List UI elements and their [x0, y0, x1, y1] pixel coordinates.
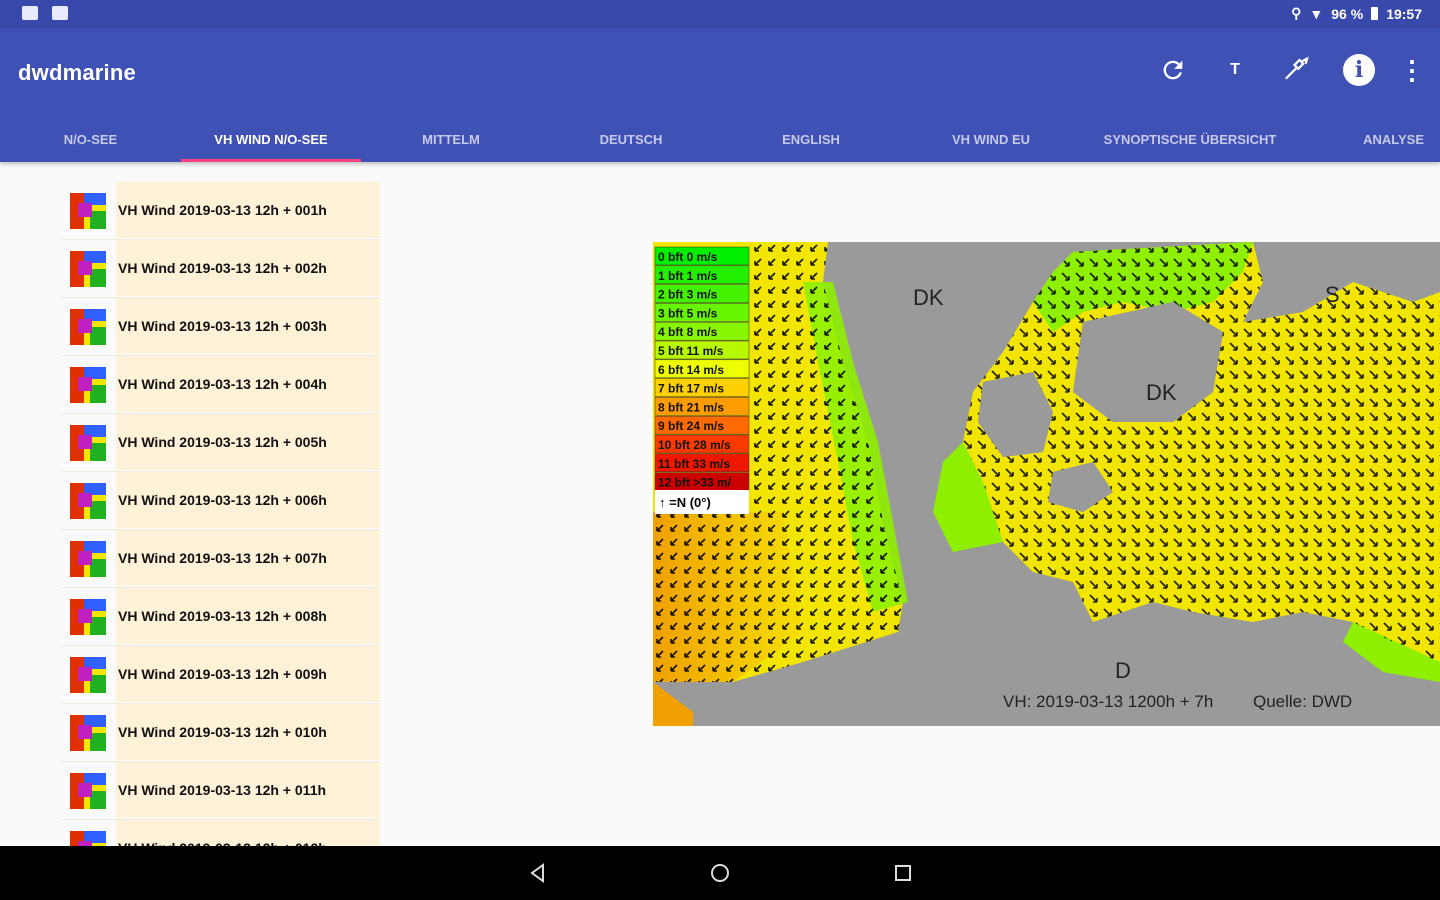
tab-mittelm[interactable]: MITTELM: [361, 116, 541, 162]
legend-label: 1 bft 1 m/s: [658, 269, 718, 283]
forecast-list-item-label: VH Wind 2019-03-13 12h + 008h: [116, 588, 380, 644]
recents-button[interactable]: [893, 863, 913, 883]
forecast-list-item[interactable]: VH Wind 2019-03-13 12h + 007h: [60, 530, 380, 588]
map-thumbnail-icon: [70, 309, 106, 345]
tab-analyse[interactable]: ANALYSE: [1340, 116, 1440, 162]
home-button[interactable]: [709, 862, 731, 884]
map-thumbnail-icon: [70, 773, 106, 809]
wind-forecast-map[interactable]: 0 bft 0 m/s 1 bft 1 m/s 2 bft 3 m/s 3 bft 5…: [653, 242, 1440, 726]
active-tab-indicator: [181, 159, 361, 162]
north-note: ↑ =N (0°): [659, 495, 711, 510]
app-bar: dwdmarine T i ⋮ N/O-SEE VH WIND N/O-SEE …: [0, 28, 1440, 162]
forecast-list-item[interactable]: VH Wind 2019-03-13 12h + 004h: [60, 356, 380, 414]
forecast-list-item-label: VH Wind 2019-03-13 12h + 005h: [116, 414, 380, 470]
wifi-icon: ▼: [1309, 5, 1324, 22]
map-thumbnail-icon: [70, 193, 106, 229]
info-button[interactable]: i: [1342, 50, 1376, 90]
map-thumbnail-icon: [70, 251, 106, 287]
tab-deutsch[interactable]: DEUTSCH: [541, 116, 721, 162]
toolbar-actions: T i ⋮: [1156, 50, 1425, 90]
forecast-list-item-label: VH Wind 2019-03-13 12h + 006h: [116, 472, 380, 528]
map-footer: VH: 2019-03-13 1200h + 7h: [1003, 692, 1213, 711]
map-thumbnail-icon: [70, 657, 106, 693]
map-thumbnail-icon: [70, 483, 106, 519]
back-button[interactable]: [528, 863, 548, 883]
map-source: Quelle: DWD: [1253, 692, 1352, 711]
text-size-icon: T: [1230, 61, 1240, 78]
map-label-s: S: [1325, 282, 1340, 307]
map-thumbnail-icon: [70, 715, 106, 751]
battery-text: 96 %: [1331, 5, 1364, 22]
status-bar: ⚲ ▼ 96 % 19:57: [0, 0, 1440, 28]
legend-label: 3 bft 5 m/s: [658, 306, 718, 320]
forecast-list-item[interactable]: VH Wind 2019-03-13 12h + 006h: [60, 472, 380, 530]
app-title: dwdmarine: [18, 60, 136, 85]
map-label-d: D: [1115, 658, 1131, 683]
map-thumbnail-icon: [70, 599, 106, 635]
wrench-icon: [1284, 56, 1309, 80]
forecast-list-item[interactable]: VH Wind 2019-03-13 12h + 005h: [60, 414, 380, 472]
text-size-button[interactable]: T: [1218, 50, 1252, 90]
notification-icon: [22, 6, 38, 20]
overflow-menu-icon: ⋮: [1399, 54, 1425, 85]
tab-english[interactable]: ENGLISH: [721, 116, 901, 162]
forecast-list-item[interactable]: VH Wind 2019-03-13 12h + 008h: [60, 588, 380, 646]
legend-label: 12 bft >33 m/: [658, 476, 732, 490]
clock: 19:57: [1386, 5, 1422, 22]
forecast-list-item[interactable]: VH Wind 2019-03-13 12h + 011h: [60, 762, 380, 820]
map-label-dk: DK: [913, 285, 944, 310]
forecast-list-item[interactable]: VH Wind 2019-03-13 12h + 012h: [60, 820, 380, 846]
refresh-button[interactable]: [1156, 50, 1190, 90]
system-nav-bar: [0, 846, 1440, 900]
tab-synoptische-uebersicht[interactable]: SYNOPTISCHE ÜBERSICHT: [1081, 116, 1299, 162]
legend-label: 2 bft 3 m/s: [658, 288, 718, 302]
info-icon: i: [1343, 54, 1375, 86]
forecast-list-item-label: VH Wind 2019-03-13 12h + 010h: [116, 704, 380, 760]
forecast-list-item-label: VH Wind 2019-03-13 12h + 002h: [116, 240, 380, 296]
map-thumbnail-icon: [70, 831, 106, 846]
map-thumbnail-icon: [70, 541, 106, 577]
forecast-list[interactable]: VH Wind 2019-03-13 12h + 001h VH Wind 201…: [60, 182, 380, 846]
legend-label: 7 bft 17 m/s: [658, 382, 724, 396]
forecast-list-item-label: VH Wind 2019-03-13 12h + 007h: [116, 530, 380, 586]
forecast-list-item-label: VH Wind 2019-03-13 12h + 004h: [116, 356, 380, 412]
legend-label: 0 bft 0 m/s: [658, 250, 718, 264]
refresh-icon: [1163, 60, 1183, 80]
forecast-list-item-label: VH Wind 2019-03-13 12h + 001h: [116, 182, 380, 238]
tab-vh-wind-eu[interactable]: VH WIND EU: [901, 116, 1081, 162]
forecast-list-item-label: VH Wind 2019-03-13 12h + 011h: [116, 762, 380, 818]
forecast-list-item-label: VH Wind 2019-03-13 12h + 003h: [116, 298, 380, 354]
forecast-list-item[interactable]: VH Wind 2019-03-13 12h + 010h: [60, 704, 380, 762]
notification-icon: [52, 6, 68, 20]
forecast-list-item[interactable]: VH Wind 2019-03-13 12h + 001h: [60, 182, 380, 240]
legend-label: 10 bft 28 m/s: [658, 438, 731, 452]
tab-vh-wind-n-o-see[interactable]: VH WIND N/O-SEE: [181, 116, 361, 162]
legend-label: 11 bft 33 m/s: [658, 457, 730, 471]
map-thumbnail-icon: [70, 367, 106, 403]
battery-icon: [1371, 7, 1379, 20]
legend-label: 6 bft 14 m/s: [658, 363, 724, 377]
tab-n-o-see[interactable]: N/O-SEE: [0, 116, 181, 162]
location-icon: ⚲: [1291, 5, 1302, 21]
legend-label: 4 bft 8 m/s: [658, 325, 718, 339]
map-thumbnail-icon: [70, 425, 106, 461]
legend-label: 9 bft 24 m/s: [658, 419, 724, 433]
forecast-list-item[interactable]: VH Wind 2019-03-13 12h + 009h: [60, 646, 380, 704]
forecast-list-item[interactable]: VH Wind 2019-03-13 12h + 002h: [60, 240, 380, 298]
tools-button[interactable]: [1280, 50, 1314, 90]
legend-label: 5 bft 11 m/s: [658, 344, 724, 358]
forecast-list-item-label: VH Wind 2019-03-13 12h + 012h: [116, 820, 380, 846]
tab-bar: N/O-SEE VH WIND N/O-SEE MITTELM DEUTSCH …: [0, 116, 1440, 162]
legend-label: 8 bft 21 m/s: [658, 400, 724, 414]
map-label-dk-2: DK: [1146, 380, 1177, 405]
forecast-list-item-label: VH Wind 2019-03-13 12h + 009h: [116, 646, 380, 702]
map-legend: 0 bft 0 m/s 1 bft 1 m/s 2 bft 3 m/s 3 bft 5…: [654, 246, 750, 491]
forecast-list-item[interactable]: VH Wind 2019-03-13 12h + 003h: [60, 298, 380, 356]
wind-map-graphic: 0 bft 0 m/s 1 bft 1 m/s 2 bft 3 m/s 3 bft 5…: [653, 242, 1440, 726]
overflow-menu-button[interactable]: ⋮: [1399, 50, 1425, 90]
